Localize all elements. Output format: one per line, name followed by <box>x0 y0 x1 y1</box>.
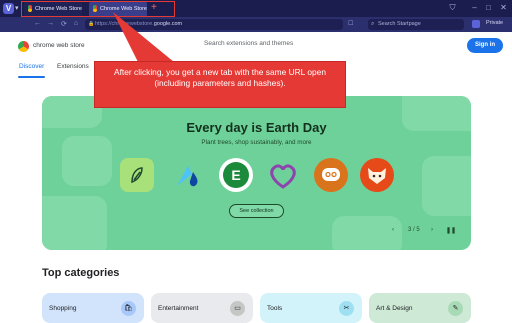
url-field[interactable]: 🔒 https://chromewebstore.google.com <box>85 19 343 30</box>
see-collection-button[interactable]: See collection <box>229 204 284 218</box>
purple-heart-app-icon[interactable] <box>266 158 300 192</box>
brush-icon: ✎ <box>448 301 463 316</box>
category-label: Entertainment <box>158 305 199 312</box>
forward-icon[interactable]: → <box>47 20 54 27</box>
leaf-app-icon[interactable] <box>120 158 154 192</box>
private-window-icon <box>472 20 480 28</box>
top-categories-heading: Top categories <box>42 267 120 279</box>
leaf-glyph-icon <box>131 167 143 184</box>
decorative-shape <box>422 156 471 216</box>
tab-extensions[interactable]: Extensions <box>57 63 89 70</box>
chrome-web-store-favicon-icon <box>93 5 98 12</box>
search-engine-field[interactable]: ⌕ Search Startpage <box>368 19 464 30</box>
tab-discover[interactable]: Discover <box>19 63 44 70</box>
url-prefix: https://chromewebstore. <box>95 21 154 27</box>
category-label: Tools <box>267 305 283 312</box>
bubble-glyph-icon <box>322 168 340 181</box>
water-drop-app-icon[interactable] <box>171 158 205 192</box>
carousel-next-icon[interactable]: › <box>431 227 433 233</box>
speech-bubble-app-icon[interactable] <box>314 158 348 192</box>
category-card-art-design[interactable]: Art & Design ✎ <box>369 293 471 323</box>
home-icon[interactable]: ⌂ <box>74 20 78 27</box>
svg-text:E: E <box>231 167 240 183</box>
tab-title: Chrome Web Store <box>35 5 82 12</box>
carousel-pause-icon[interactable]: ❚❚ <box>446 227 456 234</box>
close-icon[interactable]: ✕ <box>499 3 508 12</box>
tab-chrome-web-store-1[interactable]: Chrome Web Store <box>24 1 82 16</box>
active-tab-indicator <box>18 76 45 78</box>
fox-app-icon[interactable] <box>360 158 394 192</box>
new-tab-button[interactable]: + <box>151 2 157 13</box>
back-icon[interactable]: ← <box>34 20 41 27</box>
chrome-web-store-favicon-icon <box>28 5 33 12</box>
vivaldi-menu-icon[interactable]: V <box>3 3 14 14</box>
category-label: Art & Design <box>376 305 413 312</box>
bookmark-icon[interactable]: ☐ <box>348 20 353 27</box>
carousel-page-indicator: 3 / 5 <box>408 227 420 233</box>
store-search-input[interactable]: Search extensions and themes <box>204 40 293 47</box>
decorative-shape <box>42 196 107 250</box>
reload-icon[interactable]: ⟳ <box>61 20 67 28</box>
tab-chrome-web-store-2[interactable]: Chrome Web Store <box>89 1 147 16</box>
tree-e-app-icon[interactable]: E <box>219 158 253 192</box>
shopping-bag-icon: 🛍 <box>121 301 136 316</box>
banner-subtitle: Plant trees, shop sustainably, and more <box>201 139 312 146</box>
sign-in-button[interactable]: Sign in <box>467 38 503 53</box>
annotation-text: After clicking, you get a new tab with t… <box>114 67 326 88</box>
category-card-shopping[interactable]: Shopping 🛍 <box>42 293 144 323</box>
browser-tab-bar: V ▾ Chrome Web Store Chrome Web Store + … <box>0 0 512 17</box>
shield-icon[interactable]: ⛉ <box>448 3 457 12</box>
decorative-shape <box>332 216 402 250</box>
entertainment-icon: ▭ <box>230 301 245 316</box>
url-domain: google.com <box>153 21 183 27</box>
banner-title: Every day is Earth Day <box>186 120 327 135</box>
heart-glyph-icon <box>270 164 296 189</box>
chrome-web-store-logo-icon[interactable] <box>18 41 29 52</box>
minimize-icon[interactable]: – <box>470 3 479 12</box>
address-toolbar: ← → ⟳ ⌂ 🔒 https://chromewebstore.google.… <box>0 17 512 32</box>
carousel-prev-icon[interactable]: ‹ <box>392 227 394 233</box>
category-label: Shopping <box>49 305 77 312</box>
tools-icon: ✂ <box>339 301 354 316</box>
tab-title: Chrome Web Store <box>100 5 147 12</box>
annotation-callout: After clicking, you get a new tab with t… <box>94 61 346 108</box>
search-engine-placeholder: Search Startpage <box>378 21 421 27</box>
search-icon: ⌕ <box>371 21 375 27</box>
fox-glyph-icon <box>368 168 386 184</box>
water-drop-glyph-icon <box>177 166 198 187</box>
tab-menu-chevron-icon[interactable]: ▾ <box>15 4 19 12</box>
lock-icon: 🔒 <box>88 21 95 27</box>
category-card-tools[interactable]: Tools ✂ <box>260 293 362 323</box>
earth-day-banner: Every day is Earth Day Plant trees, shop… <box>42 96 471 250</box>
private-label: Private <box>486 20 504 26</box>
category-card-entertainment[interactable]: Entertainment ▭ <box>151 293 253 323</box>
store-name[interactable]: chrome web store <box>33 42 85 49</box>
tree-glyph-icon: E <box>223 162 249 188</box>
maximize-icon[interactable]: □ <box>484 3 493 12</box>
